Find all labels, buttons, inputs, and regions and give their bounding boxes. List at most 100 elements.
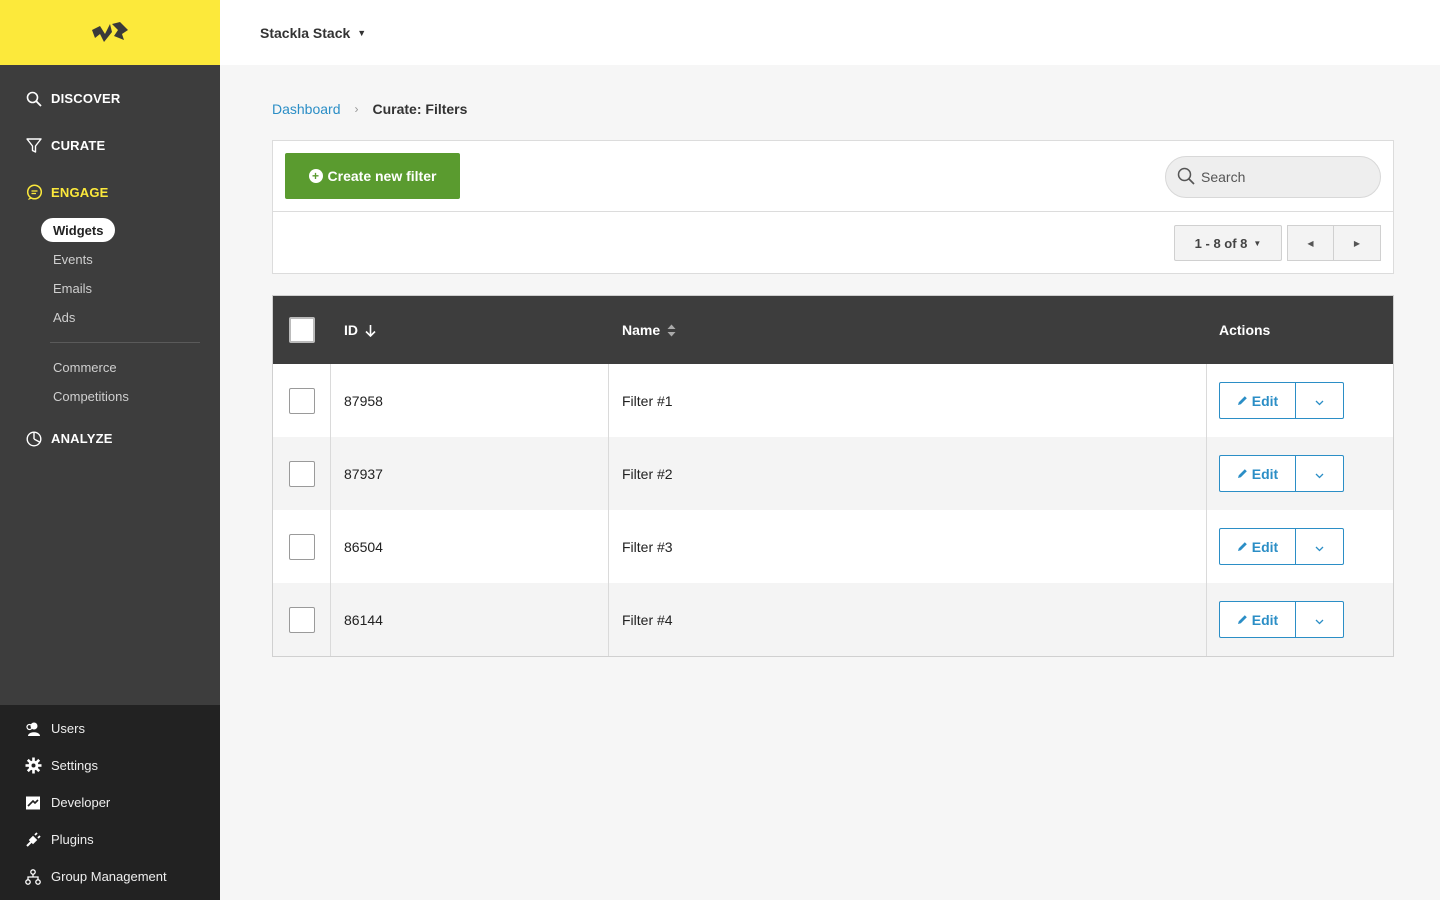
more-actions-dropdown[interactable] (1296, 529, 1343, 564)
developer-icon (24, 794, 42, 812)
filter-icon (25, 137, 43, 155)
sub-item-events[interactable]: Events (41, 245, 220, 274)
row-check-cell (273, 583, 331, 656)
nav-discover[interactable]: DISCOVER (0, 75, 220, 122)
sort-icon (667, 324, 676, 337)
pie-chart-icon (25, 430, 43, 448)
row-action-group: Edit (1219, 528, 1344, 565)
edit-button[interactable]: Edit (1220, 456, 1296, 491)
nav-settings[interactable]: Settings (0, 747, 220, 784)
row-action-group: Edit (1219, 455, 1344, 492)
page-title: Curate: Filters (372, 101, 468, 117)
column-name-label: Name (622, 322, 661, 338)
edit-button[interactable]: Edit (1220, 383, 1296, 418)
sub-item-ads[interactable]: Ads (41, 303, 220, 332)
gear-icon (24, 757, 42, 775)
page-size-dropdown[interactable]: 1 - 8 of 8 ▼ (1174, 225, 1282, 261)
row-checkbox[interactable] (288, 460, 315, 487)
plug-icon (24, 831, 42, 849)
sub-item-widgets[interactable]: Widgets (41, 218, 116, 242)
row-checkbox[interactable] (288, 533, 315, 560)
row-checkbox[interactable] (288, 387, 315, 414)
row-id: 87937 (331, 437, 609, 510)
nav-developer[interactable]: Developer (0, 784, 220, 821)
table-row: 86144 Filter #4 Edit (273, 583, 1393, 656)
pencil-icon (1237, 468, 1248, 479)
edit-button-label: Edit (1251, 538, 1279, 555)
pagination: 1 - 8 of 8 ▼ ◀ ▶ (1174, 225, 1381, 261)
next-page-button[interactable]: ▶ (1334, 225, 1381, 261)
filters-table: ID Name Actions 87958 Filter #1 Edit 879… (272, 295, 1394, 657)
sub-item-competitions[interactable]: Competitions (41, 382, 220, 411)
sidebar-bottom-menu: Users Settings Developer Plugins Group M… (0, 705, 220, 900)
search-box[interactable] (1165, 156, 1381, 198)
more-actions-dropdown[interactable] (1296, 383, 1343, 418)
toolbar-card: + Create new filter 1 - 8 of 8 ▼ ◀ ▶ (272, 140, 1394, 274)
row-check-cell (273, 510, 331, 583)
search-input[interactable] (1201, 169, 1361, 185)
row-check-cell (273, 364, 331, 437)
row-actions-cell: Edit (1207, 437, 1393, 510)
users-icon (24, 720, 42, 738)
pencil-icon (1237, 395, 1248, 406)
row-id: 87958 (331, 364, 609, 437)
nav-curate-label: CURATE (51, 138, 106, 153)
logo-icon (92, 21, 128, 42)
row-name: Filter #1 (609, 364, 1207, 437)
edit-button-label: Edit (1251, 611, 1279, 628)
nav-users[interactable]: Users (0, 710, 220, 747)
nav-group-management[interactable]: Group Management (0, 858, 220, 895)
edit-button[interactable]: Edit (1220, 529, 1296, 564)
chevron-down-icon (1315, 539, 1324, 555)
nav-discover-label: DISCOVER (51, 91, 121, 106)
table-header: ID Name Actions (273, 296, 1393, 364)
more-actions-dropdown[interactable] (1296, 456, 1343, 491)
search-icon (25, 90, 43, 108)
chevron-down-icon (1315, 466, 1324, 482)
breadcrumb-dashboard[interactable]: Dashboard (272, 101, 341, 117)
edit-button[interactable]: Edit (1220, 602, 1296, 637)
select-all-checkbox[interactable] (289, 317, 315, 343)
row-actions-cell: Edit (1207, 583, 1393, 656)
sub-item-commerce[interactable]: Commerce (41, 353, 220, 382)
column-actions-label: Actions (1219, 322, 1271, 338)
engage-submenu: Widgets Events Emails Ads Commerce Compe… (0, 216, 220, 411)
nav-analyze[interactable]: ANALYZE (0, 415, 220, 462)
submenu-divider (50, 342, 200, 343)
column-id[interactable]: ID (331, 322, 609, 338)
nav-plugins-label: Plugins (51, 832, 94, 847)
more-actions-dropdown[interactable] (1296, 602, 1343, 637)
search-icon (1177, 167, 1195, 188)
stackla-logo[interactable] (0, 0, 220, 65)
column-name[interactable]: Name (609, 322, 1207, 338)
top-header: Stackla Stack ▼ (220, 0, 1440, 65)
create-new-filter-button[interactable]: + Create new filter (285, 153, 460, 199)
nav-users-label: Users (51, 721, 85, 736)
nav-group-management-label: Group Management (51, 869, 167, 884)
stack-selector[interactable]: Stackla Stack ▼ (260, 25, 366, 41)
nav-engage[interactable]: ENGAGE (0, 169, 220, 216)
nav-curate[interactable]: CURATE (0, 122, 220, 169)
row-checkbox[interactable] (288, 606, 315, 633)
chevron-down-icon (1315, 393, 1324, 409)
chat-icon (25, 184, 43, 202)
prev-page-button[interactable]: ◀ (1287, 225, 1334, 261)
table-row: 87958 Filter #1 Edit (273, 364, 1393, 437)
row-id: 86144 (331, 583, 609, 656)
row-name: Filter #3 (609, 510, 1207, 583)
row-id: 86504 (331, 510, 609, 583)
nav-plugins[interactable]: Plugins (0, 821, 220, 858)
column-id-label: ID (344, 322, 358, 338)
row-check-cell (273, 437, 331, 510)
sub-item-emails[interactable]: Emails (41, 274, 220, 303)
hierarchy-icon (24, 868, 42, 886)
plus-circle-icon: + (308, 169, 323, 183)
caret-down-icon: ▼ (1253, 238, 1262, 248)
caret-left-icon: ◀ (1307, 238, 1314, 248)
row-name: Filter #2 (609, 437, 1207, 510)
edit-button-label: Edit (1251, 465, 1279, 482)
toolbar-top: + Create new filter (273, 141, 1393, 212)
sidebar: DISCOVER CURATE ENGAGE Widgets Events Em… (0, 0, 220, 900)
chevron-down-icon (1315, 612, 1324, 628)
caret-down-icon: ▼ (357, 27, 367, 38)
